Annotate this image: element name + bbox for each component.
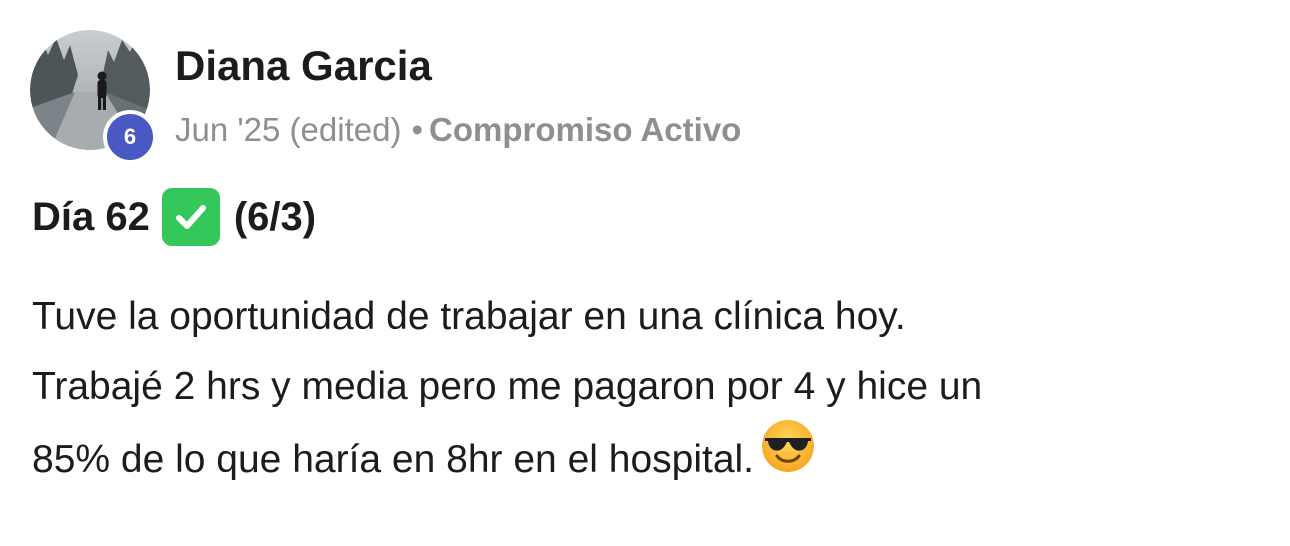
category-label[interactable]: Compromiso Activo [429, 111, 741, 148]
body-line-last: 85% de lo que haría en 8hr en el hospita… [32, 420, 1262, 501]
post-meta: Jun '25 (edited) • Compromiso Activo [175, 108, 741, 152]
check-mark-button-icon [161, 188, 220, 246]
author-avatar-container[interactable]: 6 [30, 30, 157, 164]
body-line: Tuve la oportunidad de trabajar en una c… [32, 295, 906, 338]
body-line: Trabajé 2 hrs y media pero me pagaron po… [32, 365, 983, 408]
post-body: Tuve la oportunidad de trabajar en una c… [32, 282, 1262, 501]
level-badge: 6 [103, 110, 157, 164]
title-prefix: Día 62 [32, 195, 150, 239]
community-post: 6 Diana Garcia Jun '25 (edited) • Compromi… [0, 0, 1290, 546]
title-suffix: (6/3) [233, 195, 317, 239]
timestamp: Jun '25 (edited) [175, 111, 402, 148]
post-title: Día 62 (6/3) [32, 188, 316, 246]
author-name[interactable]: Diana Garcia [175, 40, 432, 92]
body-line-text: 85% de lo que haría en 8hr en el hospita… [32, 437, 755, 481]
smiling-face-with-sunglasses-icon [760, 418, 816, 497]
meta-separator: • [411, 111, 424, 148]
